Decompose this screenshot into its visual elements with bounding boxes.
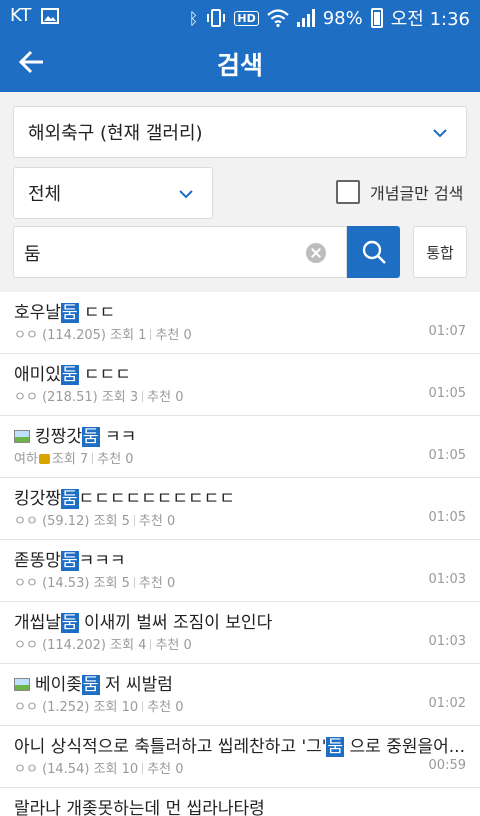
list-item[interactable]: 개씹날둠 이새끼 벌써 조짐이 보인다 ㅇㅇ (114.202) 조회 4 추천 …	[0, 602, 480, 664]
chevron-down-icon	[179, 190, 193, 199]
post-title: 애미있둠 ㄷㄷㄷ	[14, 365, 131, 385]
status-bar: KT ᛒ HD 98% 오전 1:36	[0, 0, 480, 32]
post-title: 아니 상식적으로 축틀러하고 씹레찬하고 '그'둠 으로 중원을어...	[14, 737, 465, 757]
carrier-label: KT	[10, 5, 32, 26]
post-title: 베이좆둠 저 씨발럼	[14, 670, 173, 695]
clear-icon[interactable]	[306, 243, 326, 263]
post-meta: ㅇㅇ (114.205) 조회 1 추천 0	[14, 328, 192, 343]
list-item[interactable]: 킹갓짱둠ㄷㄷㄷㄷㄷㄷㄷㄷㄷㄷ ㅇㅇ (59.12) 조회 5 추천 0 01:05	[0, 478, 480, 540]
post-title: 킹갓짱둠ㄷㄷㄷㄷㄷㄷㄷㄷㄷㄷ	[14, 489, 235, 509]
clock: 오전 1:36	[390, 9, 470, 30]
scope-dropdown-value: 전체	[28, 184, 62, 205]
vibrate-icon	[207, 9, 226, 27]
post-time: 00:59	[428, 758, 466, 773]
search-field[interactable]	[13, 226, 347, 278]
highlight: 둠	[60, 303, 79, 323]
highlight: 둠	[326, 737, 345, 757]
post-meta: ㅇㅇ (114.202) 조회 4 추천 0	[14, 638, 192, 653]
wifi-icon	[266, 9, 289, 27]
highlight: 둠	[60, 365, 79, 385]
list-item[interactable]: 졷똥망둠ㅋㅋㅋ ㅇㅇ (14.53) 조회 5 추천 0 01:03	[0, 540, 480, 602]
gallery-dropdown-value: 해외축구 (현재 갤러리)	[28, 123, 203, 144]
fixed-nick-icon	[38, 454, 50, 464]
highlight: 둠	[81, 427, 100, 447]
list-item[interactable]: 아니 상식적으로 축틀러하고 씹레찬하고 '그'둠 으로 중원을어... ㅇㅇ …	[0, 726, 480, 788]
search-input[interactable]	[24, 239, 304, 267]
post-meta: 여하 조회 7 추천 0	[14, 452, 134, 467]
image-icon	[41, 7, 60, 24]
post-time: 01:05	[428, 448, 466, 463]
image-attachment-icon	[14, 430, 30, 443]
post-time: 01:05	[428, 386, 466, 401]
search-panel: 해외축구 (현재 갤러리) 전체 개념글만 검색 통합	[0, 92, 480, 292]
highlight: 둠	[60, 613, 79, 633]
hd-icon: HD	[234, 10, 259, 26]
post-time: 01:03	[428, 634, 466, 649]
list-item[interactable]: 랄라나 개좆못하는데 먼 씹라나타령	[0, 788, 480, 816]
signal-icon	[296, 9, 315, 27]
battery-icon	[370, 8, 383, 28]
results-list: 호우날둠 ㄷㄷ ㅇㅇ (114.205) 조회 1 추천 0 01:07 애미있둠…	[0, 292, 480, 816]
post-title: 랄라나 개좆못하는데 먼 씹라나타령	[14, 799, 265, 816]
concept-only-toggle[interactable]: 개념글만 검색	[336, 180, 463, 204]
list-item[interactable]: 애미있둠 ㄷㄷㄷ ㅇㅇ (218.51) 조회 3 추천 0 01:05	[0, 354, 480, 416]
post-time: 01:05	[428, 510, 466, 525]
post-title: 졷똥망둠ㅋㅋㅋ	[14, 551, 126, 571]
highlight: 둠	[60, 551, 79, 571]
gallery-dropdown[interactable]: 해외축구 (현재 갤러리)	[13, 106, 467, 158]
concept-only-checkbox[interactable]	[336, 180, 360, 204]
list-item[interactable]: 호우날둠 ㄷㄷ ㅇㅇ (114.205) 조회 1 추천 0 01:07	[0, 292, 480, 354]
post-meta: ㅇㅇ (1.252) 조회 10 추천 0	[14, 700, 184, 715]
search-icon	[362, 240, 386, 264]
battery-percent: 98%	[322, 7, 363, 29]
bluetooth-icon: ᛒ	[188, 8, 199, 28]
image-attachment-icon	[14, 678, 30, 691]
app-bar: 검색	[0, 32, 480, 92]
concept-only-label: 개념글만 검색	[370, 184, 464, 203]
post-time: 01:07	[428, 324, 466, 339]
search-button[interactable]	[347, 226, 400, 278]
post-meta: ㅇㅇ (59.12) 조회 5 추천 0	[14, 514, 176, 529]
chevron-down-icon	[433, 129, 447, 138]
unified-search-button[interactable]: 통합	[413, 226, 467, 278]
post-title: 호우날둠 ㄷㄷ	[14, 303, 116, 323]
post-title: 킹짱갓둠 ㅋㅋ	[14, 422, 136, 447]
post-title: 개씹날둠 이새끼 벌써 조짐이 보인다	[14, 613, 273, 633]
post-time: 01:02	[428, 696, 466, 711]
scope-dropdown[interactable]: 전체	[13, 167, 213, 219]
post-meta: ㅇㅇ (14.53) 조회 5 추천 0	[14, 576, 176, 591]
post-meta: ㅇㅇ (218.51) 조회 3 추천 0	[14, 390, 184, 405]
highlight: 둠	[60, 489, 79, 509]
post-meta: ㅇㅇ (14.54) 조회 10 추천 0	[14, 762, 184, 777]
page-title: 검색	[216, 51, 263, 80]
highlight: 둠	[81, 675, 100, 695]
list-item[interactable]: 베이좆둠 저 씨발럼 ㅇㅇ (1.252) 조회 10 추천 0 01:02	[0, 664, 480, 726]
post-time: 01:03	[428, 572, 466, 587]
list-item[interactable]: 킹짱갓둠 ㅋㅋ 여하 조회 7 추천 0 01:05	[0, 416, 480, 478]
